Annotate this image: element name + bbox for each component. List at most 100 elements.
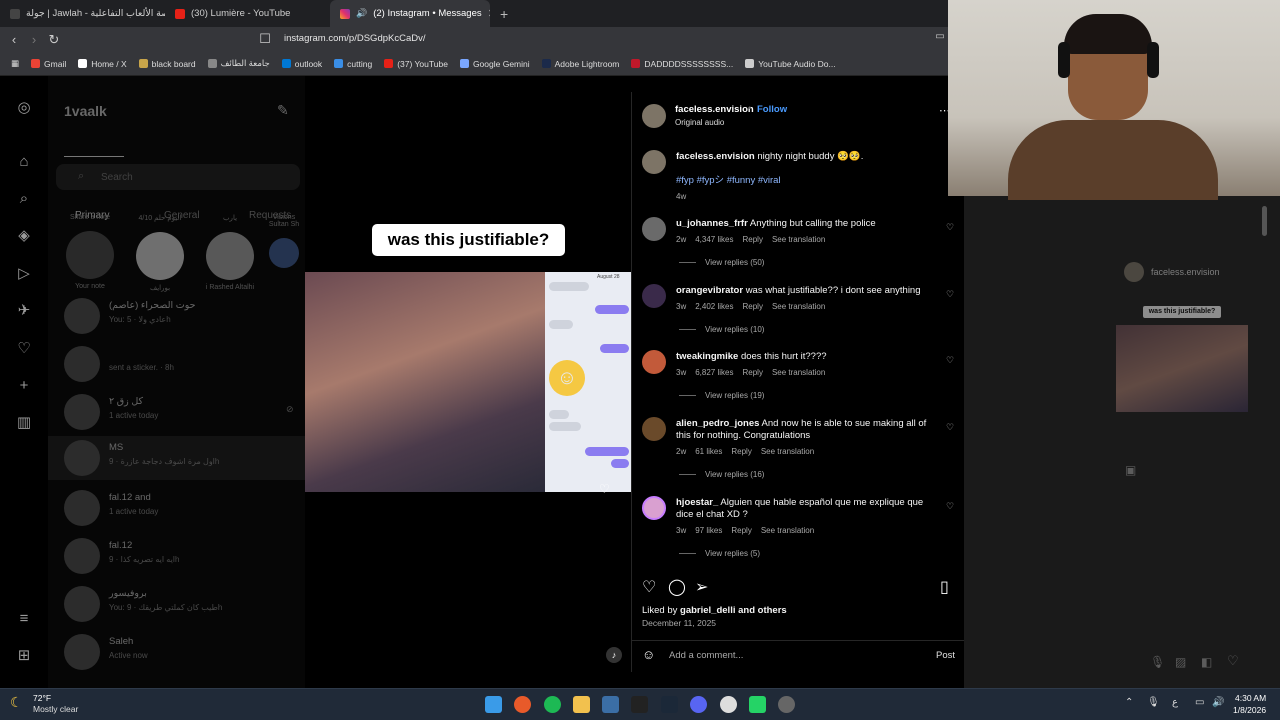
liked-by-others[interactable]: and others — [738, 605, 787, 616]
bookmark-outlook[interactable]: outlook — [277, 59, 327, 69]
create-icon[interactable]: + — [14, 376, 34, 396]
view-replies-button[interactable]: View replies (19) — [679, 391, 764, 400]
tab-youtube[interactable]: (30) Lumière - YouTube — [165, 0, 330, 27]
whatsapp-icon[interactable] — [749, 696, 766, 713]
url-field[interactable]: instagram.com/p/DSGdpKcCaDv/ — [284, 33, 426, 44]
search-input[interactable]: ⌕ Search — [56, 164, 300, 190]
note-item[interactable]: Visions Sultan Sh — [264, 214, 304, 272]
conversation-item[interactable]: بروفيسور You: طيب كان كملتي طريقك · 9h — [62, 582, 302, 626]
view-replies-button[interactable]: View replies (16) — [679, 470, 764, 479]
tray-mic-icon[interactable]: 🎙 — [1147, 697, 1160, 708]
conversation-item[interactable]: sent a sticker. · 8h — [62, 342, 302, 386]
reels-icon[interactable]: ▷ — [14, 264, 34, 284]
comment-likes[interactable]: 97 likes — [695, 526, 722, 535]
comment-user[interactable]: alien_pedro_jones — [676, 418, 759, 429]
bookmark-blackboard[interactable]: black board — [134, 59, 201, 69]
liked-by-user[interactable]: gabriel_delli — [680, 605, 735, 616]
see-translation-button[interactable]: See translation — [761, 526, 814, 535]
start-icon[interactable] — [485, 696, 502, 713]
tab-jawlah[interactable]: جولة | Jawlah - منصة الألعاب التفاعلية — [0, 0, 165, 27]
bookmark-lightroom[interactable]: Adobe Lightroom — [537, 59, 625, 69]
view-replies-button[interactable]: View replies (50) — [679, 258, 764, 267]
meta-icon[interactable]: ⊞ — [14, 646, 34, 666]
note-item[interactable]: Share a note Your note — [60, 214, 120, 290]
reply-button[interactable]: Reply — [731, 447, 751, 456]
comment-user[interactable]: hjoestar_ — [676, 497, 718, 508]
instagram-logo-icon[interactable]: ◎ — [14, 98, 34, 118]
like-comment-icon[interactable]: ♡ — [946, 355, 954, 366]
reload-icon[interactable]: ↻ — [44, 32, 64, 48]
follow-button[interactable]: Follow — [757, 104, 787, 115]
apps-icon[interactable]: ▦ — [6, 58, 24, 69]
settings-icon[interactable] — [720, 696, 737, 713]
clock-date[interactable]: 1/8/2026 — [1233, 705, 1266, 715]
avatar[interactable] — [642, 350, 666, 374]
avatar[interactable] — [642, 104, 666, 128]
bookmark-icon[interactable]: ☐ — [255, 31, 275, 47]
reply-button[interactable]: Reply — [731, 526, 751, 535]
steam-icon[interactable] — [661, 696, 678, 713]
avatar[interactable] — [642, 150, 666, 174]
like-comment-icon[interactable]: ♡ — [946, 501, 954, 512]
bookmark-youtube-audio[interactable]: YouTube Audio Do... — [740, 59, 840, 69]
notifications-icon[interactable]: ♡ — [14, 339, 34, 359]
avatar[interactable] — [642, 284, 666, 308]
emoji-icon[interactable]: ☺ — [642, 647, 655, 662]
comment-likes[interactable]: 4,347 likes — [695, 235, 733, 244]
explore-icon[interactable]: ◈ — [14, 226, 34, 246]
discord-icon[interactable] — [690, 696, 707, 713]
bookmark-gemini[interactable]: Google Gemini — [455, 59, 535, 69]
avatar[interactable] — [642, 417, 666, 441]
back-icon[interactable]: ‹ — [4, 32, 24, 47]
inbox-username[interactable]: 1vaalk — [64, 103, 107, 119]
comment-likes[interactable]: 2,402 likes — [695, 302, 733, 311]
bookmark-x[interactable]: Home / X — [73, 59, 131, 69]
compose-icon[interactable]: ✎ — [277, 102, 289, 119]
like-comment-icon[interactable]: ♡ — [946, 222, 954, 233]
reply-button[interactable]: Reply — [742, 302, 762, 311]
see-translation-button[interactable]: See translation — [772, 368, 825, 377]
weather-temp[interactable]: 72°F — [33, 693, 51, 703]
post-comment-button[interactable]: Post — [936, 650, 955, 661]
file-explorer-icon[interactable] — [573, 696, 590, 713]
save-icon[interactable]: ▯ — [940, 577, 949, 597]
bookmark-gmail[interactable]: Gmail — [26, 59, 71, 69]
conversation-item[interactable]: حوت الصحراء (عاصم) You: عادي ولا · 5h — [62, 294, 302, 338]
epic-games-icon[interactable] — [631, 696, 648, 713]
spotify-icon[interactable] — [544, 696, 561, 713]
cast-icon[interactable]: ▭ — [930, 31, 950, 42]
home-icon[interactable]: ⌂ — [14, 152, 34, 172]
messages-icon[interactable]: ✈ — [14, 301, 34, 321]
new-tab-button[interactable]: + — [490, 6, 518, 22]
avatar[interactable] — [642, 496, 666, 520]
reply-button[interactable]: Reply — [742, 368, 762, 377]
tray-chevron-icon[interactable]: ⌃ — [1125, 697, 1133, 708]
bookmark-dddd[interactable]: DADDDDSSSSSSSS... — [626, 59, 738, 69]
comment-likes[interactable]: 6,827 likes — [695, 368, 733, 377]
chatgpt-icon[interactable] — [778, 696, 795, 713]
note-item[interactable]: اليوم حلم 4/10 بورايف — [130, 214, 190, 292]
comment-icon[interactable]: ◯ — [668, 577, 686, 597]
tab-instagram[interactable]: 🔊 (2) Instagram • Messages ✕ — [330, 0, 490, 27]
view-replies-button[interactable]: View replies (5) — [679, 549, 760, 558]
brave-icon[interactable] — [514, 696, 531, 713]
see-translation-button[interactable]: See translation — [772, 302, 825, 311]
bookmark-youtube[interactable]: (37) YouTube — [379, 59, 453, 69]
tray-network-icon[interactable]: ▭ — [1195, 697, 1204, 708]
app-icon[interactable] — [602, 696, 619, 713]
more-menu-icon[interactable]: ≡ — [14, 609, 34, 629]
conversation-item[interactable]: MS اول مرة اشوف دجاجة عازرة · 9h — [48, 436, 305, 480]
comment-user[interactable]: u_johannes_frfr — [676, 218, 748, 229]
share-icon[interactable]: ➢ — [695, 577, 708, 597]
weather-desc[interactable]: Mostly clear — [33, 704, 78, 714]
view-replies-button[interactable]: View replies (10) — [679, 325, 764, 334]
conversation-item[interactable]: fal.12 ايه ايه تصريه كذا · 9h — [62, 534, 302, 578]
dashboard-icon[interactable]: ▥ — [14, 413, 34, 433]
forward-icon[interactable]: › — [24, 32, 44, 47]
comment-user[interactable]: tweakingmike — [676, 351, 738, 362]
see-translation-button[interactable]: See translation — [772, 235, 825, 244]
note-item[interactable]: يارب i Rashed Altalhi — [200, 214, 260, 291]
bookmark-university[interactable]: جامعة الطائف — [203, 58, 275, 69]
like-icon[interactable]: ♡ — [642, 577, 656, 597]
liked-by[interactable]: Liked by gabriel_delli and others — [642, 605, 787, 616]
